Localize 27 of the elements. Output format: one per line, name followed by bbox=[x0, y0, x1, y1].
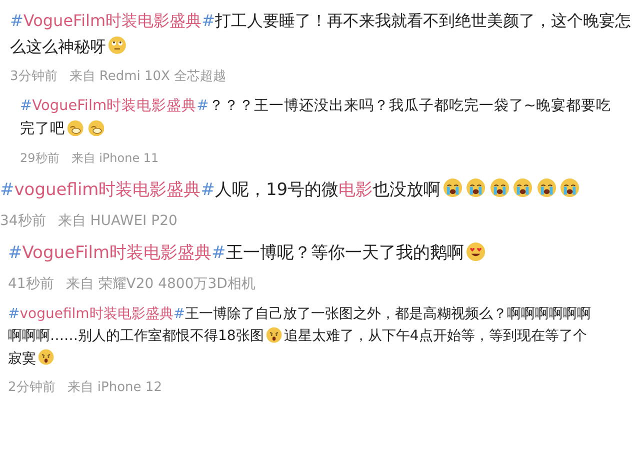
post-time: 3分钟前 bbox=[10, 68, 58, 86]
sad-emoji-icon bbox=[88, 120, 104, 136]
comment-text: #VogueFilm时装电影盛典#？？？王一博还没出来吗？我瓜子都吃完一袋了~晚宴都要吃完了吧 bbox=[20, 96, 612, 140]
comment-text: #vogueflim时装电影盛典#人呢，19号的微电影也没放啊 bbox=[0, 176, 630, 204]
post-source: 来自 iPhone 12 bbox=[67, 379, 162, 396]
comment-text: #VogueFilm时装电影盛典#打工人要睡了！再不来我就看不到绝世美颜了，这个晚宴怎么这么神秘呀 bbox=[10, 10, 632, 58]
crying-emoji-icon bbox=[560, 178, 580, 198]
heart-eyes-emoji-icon bbox=[466, 242, 486, 262]
crying-emoji-icon bbox=[513, 178, 533, 198]
upset-emoji-icon bbox=[38, 349, 54, 366]
post-source: 来自 荣耀V20 4800万3D相机 bbox=[66, 274, 256, 293]
crying-emoji-icon bbox=[536, 178, 556, 198]
post-source: 来自 HUAWEI P20 bbox=[58, 212, 178, 230]
comment-text: #VogueFilm时装电影盛典#王一博呢？等你一天了我的鹅啊 bbox=[8, 240, 638, 267]
post-time: 2分钟前 bbox=[8, 379, 56, 396]
sad-emoji-icon bbox=[67, 120, 84, 136]
post-source: 来自 Redmi 10X 全芯超越 bbox=[69, 68, 226, 86]
crying-emoji-icon bbox=[466, 178, 486, 198]
eyes-emoji-icon bbox=[108, 36, 126, 55]
post-time: 34秒前 bbox=[0, 212, 46, 230]
post-time: 41秒前 bbox=[8, 274, 54, 293]
upset-emoji-icon bbox=[266, 327, 282, 344]
crying-emoji-icon bbox=[442, 178, 462, 198]
post-source: 来自 iPhone 11 bbox=[71, 150, 159, 167]
post-time: 29秒前 bbox=[20, 150, 60, 167]
comment-text: #voguefilm时装电影盛典#王一博除了自己放了一张图之外，都是高糊视频么？啊啊啊啊啊啊啊啊啊……别人的工作室都恨不得18张图 追星太难了，从下午4点开始等，等到现在等了个寂寞 bbox=[8, 304, 592, 369]
crying-emoji-icon bbox=[490, 178, 510, 198]
